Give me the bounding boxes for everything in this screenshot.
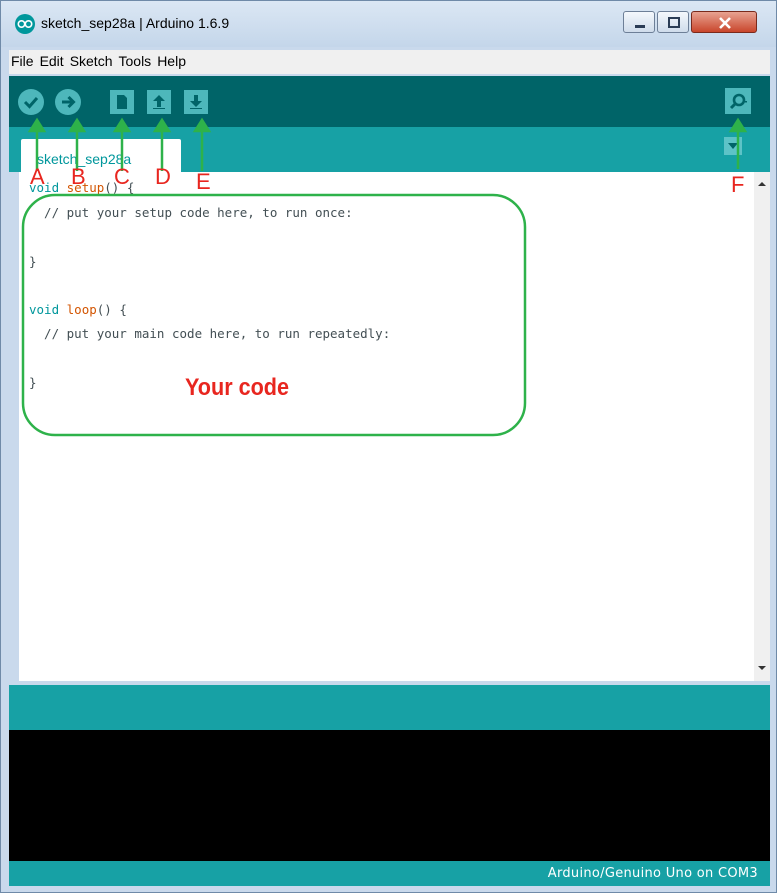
annotation-overlay xyxy=(21,117,748,437)
annotation-label-a: A xyxy=(30,164,45,189)
your-code-callout: Your code xyxy=(185,374,290,401)
annotation-arrows xyxy=(27,117,748,171)
annotation-label-f: F xyxy=(731,172,745,197)
annotation-label-e: E xyxy=(196,169,211,194)
annotation-label-b: B xyxy=(71,164,86,189)
arduino-window: sketch_sep28a | Arduino 1.6.9 File Edit Sk… xyxy=(0,0,777,893)
annotation-label-c: C xyxy=(114,164,130,189)
annotation-label-d: D xyxy=(155,164,171,189)
